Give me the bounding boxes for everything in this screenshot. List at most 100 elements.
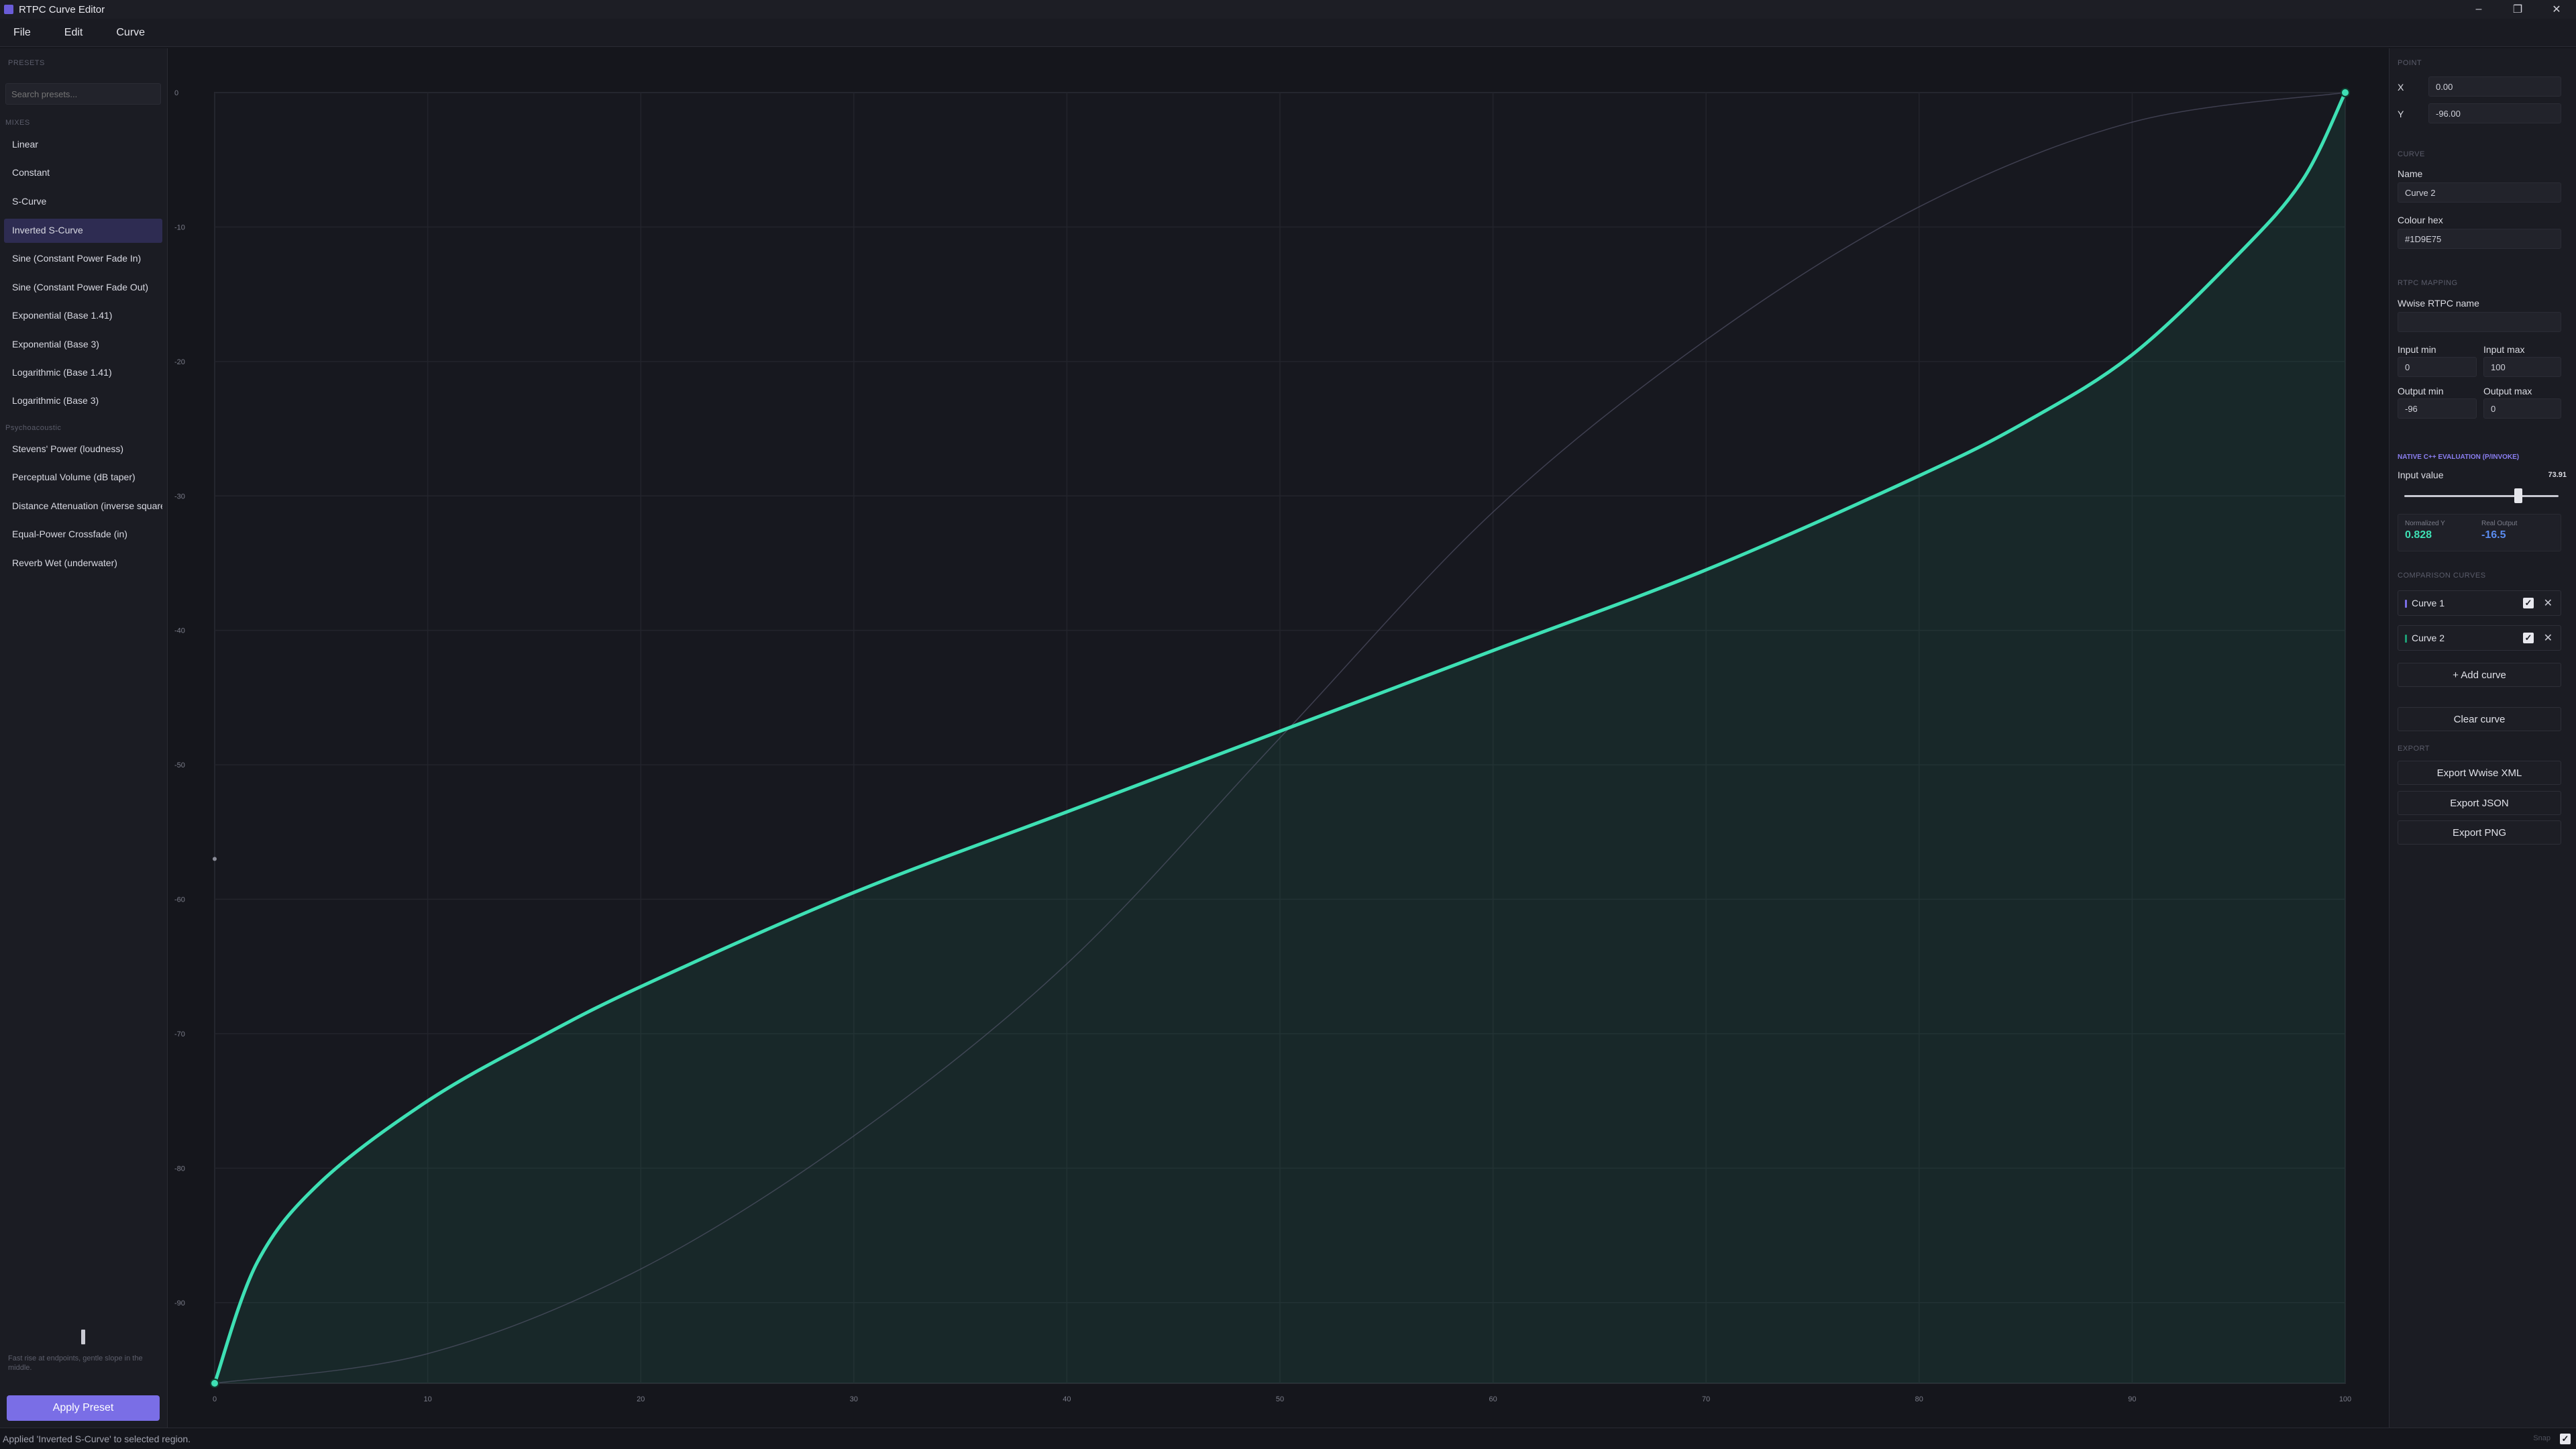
wwise-rtpc-name-label: Wwise RTPC name [2398, 298, 2479, 309]
output-min-field[interactable] [2398, 398, 2477, 419]
x-tick-label: 30 [850, 1395, 858, 1403]
input-max-label: Input max [2483, 344, 2525, 355]
input-min-field[interactable] [2398, 357, 2477, 377]
group-psychoacoustic-label: Psychoacoustic [5, 424, 62, 432]
curve-canvas[interactable]: 0 10 20 30 40 50 60 70 80 90 100 0 -10 -20 -30 -40 -50 -6… [170, 48, 2387, 1428]
normalized-y-label: Normalized Y [2405, 520, 2445, 527]
y-tick-label: -60 [174, 896, 185, 904]
name-label: Name [2398, 168, 2423, 179]
x-tick-label: 100 [2339, 1395, 2351, 1403]
preset-sine-fade-in[interactable]: Sine (Constant Power Fade In) [4, 247, 162, 271]
preset-equal-power-crossfade[interactable]: Equal-Power Crossfade (in) [4, 523, 162, 547]
curve-chart[interactable]: 0 10 20 30 40 50 60 70 80 90 100 0 -10 -20 -30 -40 -50 -6… [170, 48, 2387, 1428]
x-tick-label: 20 [637, 1395, 645, 1403]
real-output-label: Real Output [2481, 520, 2518, 527]
presets-panel: Presets Mixes Linear Constant S-Curve In… [0, 48, 168, 1428]
export-wwise-xml-button[interactable]: Export Wwise XML [2398, 761, 2561, 785]
native-eval-section-label: Native C++ Evaluation (P/Invoke) [2398, 453, 2520, 461]
input-value-slider-thumb[interactable] [2514, 488, 2522, 503]
point-section-label: Point [2398, 59, 2422, 67]
input-max-field[interactable] [2483, 357, 2561, 377]
point-y-input[interactable] [2428, 103, 2561, 123]
preset-constant[interactable]: Constant [4, 161, 162, 185]
curve-name: Curve 2 [2412, 633, 2445, 643]
y-cursor-marker [213, 857, 217, 861]
point-x-label: X [2398, 82, 2404, 93]
menu-file[interactable]: File [13, 27, 31, 39]
minimize-button[interactable]: – [2459, 0, 2498, 19]
presets-section-label: Presets [8, 59, 45, 67]
curve-name-input[interactable] [2398, 182, 2561, 203]
control-point [2341, 88, 2350, 97]
point-x-input[interactable] [2428, 76, 2561, 97]
status-bar: Applied 'Inverted S-Curve' to selected r… [0, 1428, 2576, 1449]
input-value-slider[interactable] [2404, 495, 2559, 497]
preset-exponential-3[interactable]: Exponential (Base 3) [4, 333, 162, 357]
curve-section-label: Curve [2398, 150, 2425, 158]
preset-distance-attenuation[interactable]: Distance Attenuation (inverse square) [4, 494, 162, 519]
export-json-button[interactable]: Export JSON [2398, 791, 2561, 815]
preset-reverb-wet[interactable]: Reverb Wet (underwater) [4, 551, 162, 576]
menu-bar: File Edit Curve [0, 19, 2576, 47]
preset-s-curve[interactable]: S-Curve [4, 190, 162, 214]
remove-curve-icon[interactable]: ✕ [2544, 631, 2553, 645]
output-max-label: Output max [2483, 386, 2532, 396]
preset-logarithmic-1-41[interactable]: Logarithmic (Base 1.41) [4, 361, 162, 385]
real-output-value: -16.5 [2481, 529, 2506, 541]
curve-color-swatch [2405, 635, 2407, 643]
remove-curve-icon[interactable]: ✕ [2544, 596, 2553, 610]
input-min-label: Input min [2398, 344, 2436, 355]
y-tick-label: 0 [174, 89, 178, 97]
preset-stevens-power[interactable]: Stevens' Power (loudness) [4, 437, 162, 462]
comparison-curve-row[interactable]: Curve 2 ✓ ✕ [2398, 625, 2561, 651]
y-tick-label: -50 [174, 761, 185, 769]
group-mixes-label: Mixes [5, 119, 30, 127]
app-icon [4, 5, 13, 14]
x-tick-label: 70 [1702, 1395, 1710, 1403]
preset-perceptual-volume[interactable]: Perceptual Volume (dB taper) [4, 466, 162, 490]
snap-checkbox[interactable]: ✓ [2560, 1434, 2571, 1444]
menu-curve[interactable]: Curve [116, 27, 145, 39]
export-png-button[interactable]: Export PNG [2398, 820, 2561, 845]
comparison-curves-section-label: Comparison Curves [2398, 572, 2486, 580]
curve-color-swatch [2405, 600, 2407, 608]
menu-edit[interactable]: Edit [64, 27, 83, 39]
output-max-field[interactable] [2483, 398, 2561, 419]
preset-search-input[interactable] [5, 83, 161, 105]
x-tick-label: 50 [1276, 1395, 1284, 1403]
properties-panel: Point X Y Curve Name Colour hex RTPC Map… [2389, 48, 2576, 1428]
comparison-curve-row[interactable]: Curve 1 ✓ ✕ [2398, 590, 2561, 616]
curve-visible-checkbox[interactable]: ✓ [2523, 598, 2534, 608]
add-curve-button[interactable]: + Add curve [2398, 663, 2561, 687]
x-tick-label: 10 [423, 1395, 431, 1403]
window-title: RTPC Curve Editor [19, 3, 105, 15]
normalized-y-value: 0.828 [2405, 529, 2432, 541]
x-tick-label: 60 [1489, 1395, 1497, 1403]
preset-sine-fade-out[interactable]: Sine (Constant Power Fade Out) [4, 276, 162, 300]
preset-exponential-1-41[interactable]: Exponential (Base 1.41) [4, 304, 162, 328]
restore-button[interactable]: ❐ [2498, 0, 2537, 19]
input-value-label: Input value [2398, 470, 2444, 480]
rtpc-mapping-section-label: RTPC Mapping [2398, 279, 2458, 287]
clear-curve-button[interactable]: Clear curve [2398, 707, 2561, 731]
colour-hex-label: Colour hex [2398, 215, 2443, 225]
preset-logarithmic-3[interactable]: Logarithmic (Base 3) [4, 389, 162, 413]
y-tick-label: -20 [174, 358, 185, 366]
preset-description: Fast rise at endpoints, gentle slope in … [8, 1354, 143, 1372]
apply-preset-button[interactable]: Apply Preset [7, 1395, 160, 1421]
x-tick-label: 40 [1063, 1395, 1071, 1403]
curve-name: Curve 1 [2412, 598, 2445, 608]
colour-hex-input[interactable] [2398, 229, 2561, 249]
output-min-label: Output min [2398, 386, 2444, 396]
snap-label: Snap [2533, 1434, 2551, 1442]
close-button[interactable]: ✕ [2537, 0, 2576, 19]
curve-visible-checkbox[interactable]: ✓ [2523, 633, 2534, 643]
y-tick-label: -30 [174, 492, 185, 500]
preset-inverted-s-curve[interactable]: Inverted S-Curve [4, 219, 162, 243]
x-tick-label: 80 [1915, 1395, 1923, 1403]
wwise-rtpc-name-input[interactable] [2398, 312, 2561, 332]
panel-resize-handle[interactable] [81, 1330, 85, 1344]
x-tick-label: 0 [213, 1395, 217, 1403]
y-tick-label: -10 [174, 223, 185, 231]
preset-linear[interactable]: Linear [4, 133, 162, 157]
